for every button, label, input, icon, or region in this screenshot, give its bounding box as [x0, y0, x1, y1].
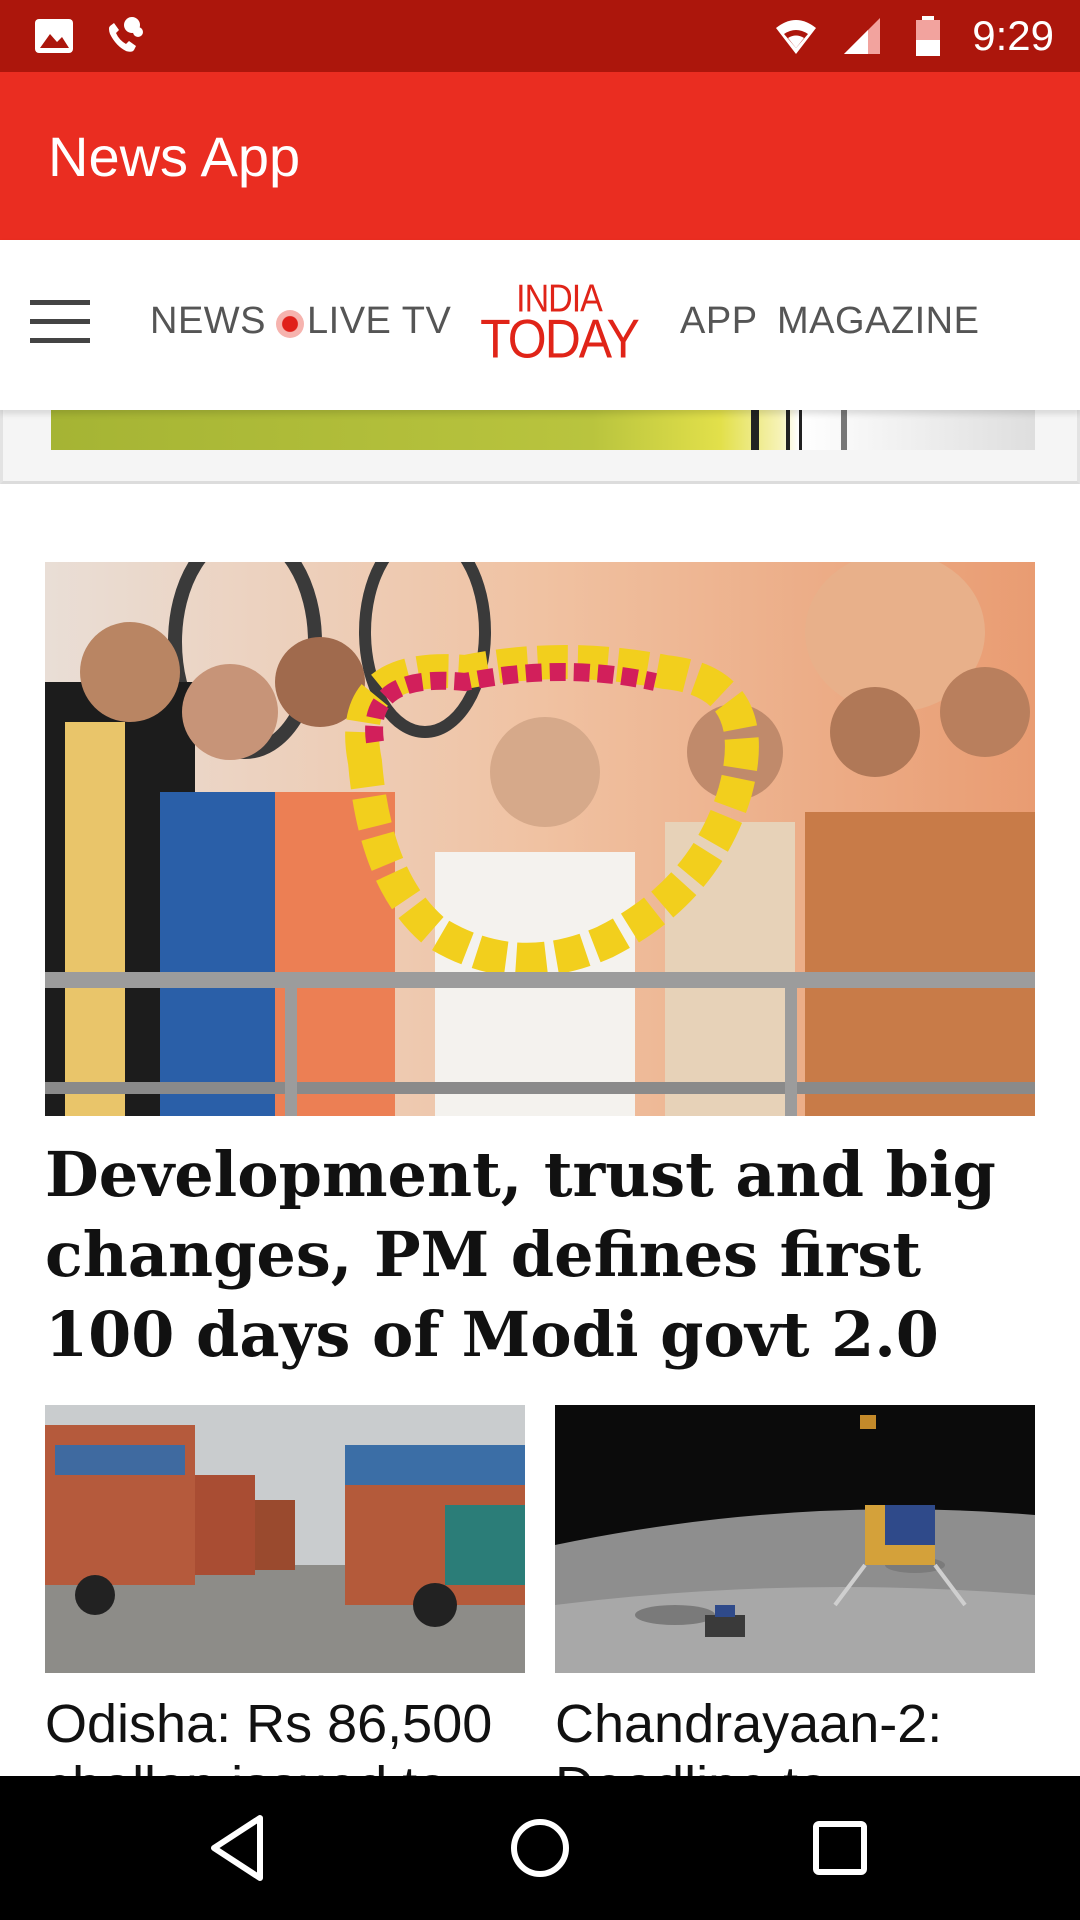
- live-dot-icon: [276, 310, 304, 338]
- photo-icon: [45, 562, 1035, 1116]
- app-title: News App: [48, 125, 301, 188]
- card-image[interactable]: [45, 1405, 525, 1673]
- image-icon: [35, 19, 73, 53]
- status-time: 9:29: [972, 12, 1054, 59]
- ad-banner[interactable]: [51, 410, 1035, 450]
- recents-icon[interactable]: [800, 1808, 880, 1888]
- trucks-photo-icon: [45, 1405, 525, 1673]
- voicemail-icon: [109, 17, 143, 52]
- back-icon[interactable]: [200, 1808, 280, 1888]
- status-bar: 9:29: [0, 0, 1080, 72]
- news-card[interactable]: Odisha: Rs 86,500 challan issued to: [45, 1405, 525, 1793]
- news-card[interactable]: Chandrayaan-2: Deadline to: [555, 1405, 1035, 1793]
- card-image[interactable]: [555, 1405, 1035, 1673]
- signal-icon: [844, 18, 881, 54]
- ad-area: [0, 410, 1080, 484]
- hamburger-menu-icon[interactable]: [30, 300, 90, 346]
- nav-live-tv[interactable]: LIVE TV: [307, 300, 451, 343]
- battery-icon: [916, 16, 941, 56]
- nav-app[interactable]: APP: [680, 300, 758, 343]
- hero-image[interactable]: [45, 562, 1035, 1116]
- home-icon[interactable]: [500, 1808, 580, 1888]
- nav-magazine[interactable]: MAGAZINE: [777, 300, 979, 343]
- nav-news[interactable]: NEWS: [150, 300, 266, 343]
- app-bar: News App: [0, 72, 1080, 240]
- system-nav-bar: [0, 1776, 1080, 1920]
- wifi-icon: [776, 20, 817, 54]
- site-nav: NEWS LIVE TV INDIA TODAY APP MAGAZINE: [0, 240, 1080, 410]
- india-today-logo[interactable]: INDIA TODAY: [474, 279, 644, 366]
- hero-headline[interactable]: Development, trust and big changes, PM d…: [45, 1135, 1045, 1375]
- moon-lander-photo-icon: [555, 1405, 1035, 1673]
